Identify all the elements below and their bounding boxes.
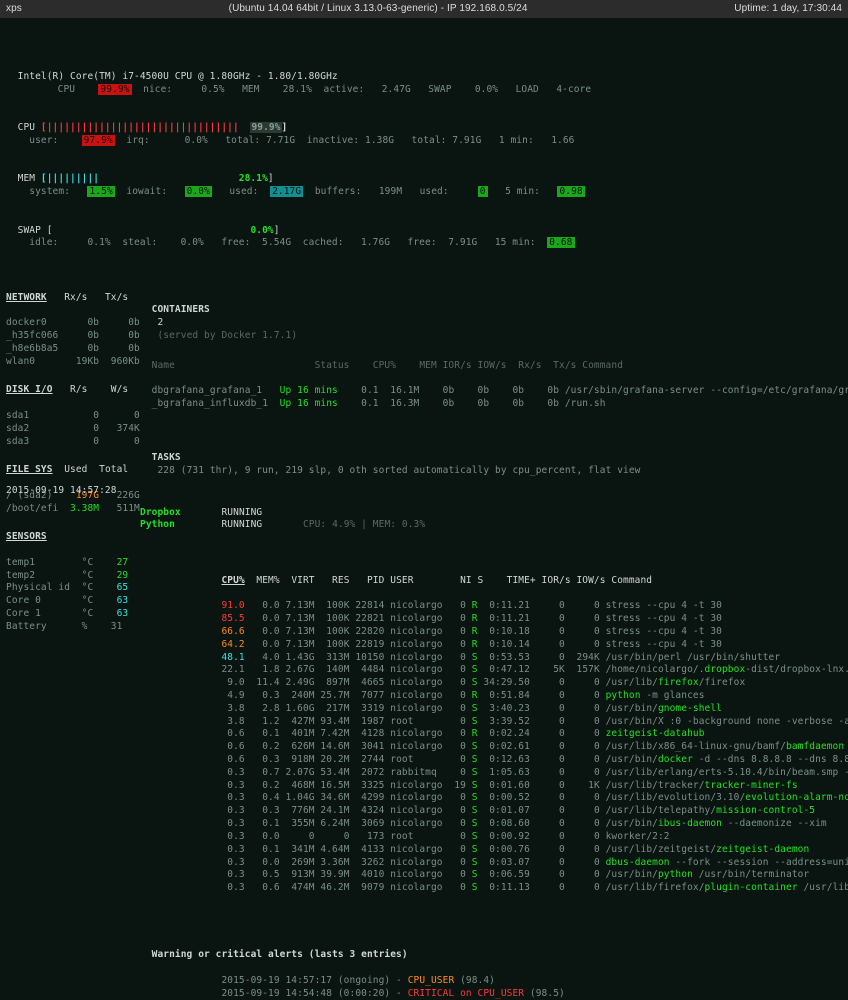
process-row: 0.6 0.3 918M 20.2M 2744 root 0 S 0:12.63… <box>140 754 840 767</box>
network-row: docker0 0b 0b <box>6 317 134 330</box>
titlebar-sysinfo: (Ubuntu 14.04 64bit / Linux 3.13.0-63-ge… <box>229 2 528 16</box>
cpu-user: 97.9% <box>82 135 115 146</box>
cpu-bar-row: CPU [||||||||||||||||||||||||||||||||| 9… <box>6 109 842 147</box>
network-header: NETWORK <box>6 292 47 303</box>
sensor-row: Core 1 °C 63 <box>6 608 134 621</box>
process-row: 66.6 0.0 7.13M 100K 22820 nicolargo 0 R … <box>140 626 840 639</box>
left-sidebar: NETWORK Rx/s Tx/s docker0 0b 0b_h35fc066… <box>6 279 134 1000</box>
process-row: 0.3 0.4 1.04G 34.6M 4299 nicolargo 0 S 0… <box>140 792 840 805</box>
cpu-model: Intel(R) Core(TM) i7-4500U CPU @ 1.80GHz… <box>18 71 338 82</box>
sensors-header: SENSORS <box>6 531 47 542</box>
sensor-row: Battery % 31 <box>6 621 134 634</box>
process-row: 0.3 0.0 0 0 173 root 0 S 0:00.92 0 0 kwo… <box>140 831 840 844</box>
titlebar: xps (Ubuntu 14.04 64bit / Linux 3.13.0-6… <box>0 0 848 18</box>
process-row: 22.1 1.8 2.67G 140M 4484 nicolargo 0 S 0… <box>140 664 840 677</box>
diskio-row: sda2 0 374K <box>6 423 134 436</box>
sensor-row: temp1 °C 27 <box>6 557 134 570</box>
sensor-row: temp2 °C 29 <box>6 570 134 583</box>
process-row: 0.3 0.0 269M 3.36M 3262 nicolargo 0 S 0:… <box>140 857 840 870</box>
mem-bar-row: MEM [||||||||| 28.1%] system: 1.5% iowai… <box>6 160 842 198</box>
process-row: 0.3 0.3 776M 24.1M 4324 nicolargo 0 S 0:… <box>140 805 840 818</box>
process-row: 0.3 0.7 2.07G 53.4M 2072 rabbitmq 0 S 1:… <box>140 767 840 780</box>
network-row: _h8e6b8a5 0b 0b <box>6 343 134 356</box>
swap-bar-row: SWAP [ 0.0%] idle: 0.1% steal: 0.0% free… <box>6 212 842 250</box>
titlebar-uptime: Uptime: 1 day, 17:30:44 <box>734 2 842 16</box>
containers-columns: Name Status CPU% MEM IOR/s IOW/s Rx/s Tx… <box>140 360 840 373</box>
process-row: 9.0 11.4 2.49G 897M 4665 nicolargo 0 S 3… <box>140 677 840 690</box>
process-row: 0.6 0.1 401M 7.42M 4128 nicolargo 0 R 0:… <box>140 728 840 741</box>
alert-row: 2015-09-19 14:57:17 (ongoing) - CPU_USER… <box>140 975 840 988</box>
network-row: _h35fc066 0b 0b <box>6 330 134 343</box>
process-row: 91.0 0.0 7.13M 100K 22814 nicolargo 0 R … <box>140 600 840 613</box>
process-row: 48.1 4.0 1.43G 313M 10150 nicolargo 0 S … <box>140 652 840 665</box>
app-row: Python RUNNING CPU: 4.9% | MEM: 0.3% <box>140 519 840 532</box>
process-row: 0.3 0.5 913M 39.9M 4010 nicolargo 0 S 0:… <box>140 869 840 882</box>
proc-columns: CPU% MEM% VIRT RES PID USER NI S TIME+ I… <box>140 575 840 588</box>
process-row: 85.5 0.0 7.13M 100K 22821 nicolargo 0 R … <box>140 613 840 626</box>
process-row: 0.3 0.1 341M 4.64M 4133 nicolargo 0 S 0:… <box>140 844 840 857</box>
mem-bar: [||||||||| <box>41 173 99 184</box>
titlebar-hostname: xps <box>6 2 22 16</box>
diskio-row: sda3 0 0 <box>6 436 134 449</box>
container-row: dbgrafana_grafana_1 Up 16 mins 0.1 16.1M… <box>140 385 840 398</box>
alerts-header: Warning or critical alerts (lasts 3 entr… <box>152 949 408 960</box>
sensor-row: Core 0 °C 63 <box>6 595 134 608</box>
top-cpu-pct: 99.9% <box>98 84 131 95</box>
diskio-row: sda1 0 0 <box>6 410 134 423</box>
app-row: Dropbox RUNNING <box>140 507 840 520</box>
filesys-row: /boot/efi 3.38M 511M <box>6 503 134 516</box>
sensor-row: Physical id °C 65 <box>6 582 134 595</box>
cpu-bar: [||||||||||||||||||||||||||||||||| <box>41 122 239 133</box>
cpu-system: 1.5% <box>87 186 114 197</box>
process-row: 0.3 0.2 468M 16.5M 3325 nicolargo 19 S 0… <box>140 780 840 793</box>
tasks-header: TASKS <box>152 452 181 463</box>
main-panel: CONTAINERS 2 (served by Docker 1.7.1) Na… <box>140 279 840 1000</box>
clock: 2015-09-19 14:57:28 <box>6 485 117 498</box>
hw-row: Intel(R) Core(TM) i7-4500U CPU @ 1.80GHz… <box>6 58 842 96</box>
alert-row: 2015-09-19 14:54:48 (0:00:20) - CRITICAL… <box>140 988 840 1000</box>
process-row: 3.8 2.8 1.60G 217M 3319 nicolargo 0 S 3:… <box>140 703 840 716</box>
tasks-summary: 228 (731 thr), 9 run, 219 slp, 0 oth sor… <box>157 465 640 476</box>
network-row: wlan0 19Kb 960Kb <box>6 356 134 369</box>
filesys-header: FILE SYS <box>6 464 53 475</box>
process-row: 4.9 0.3 240M 25.7M 7077 nicolargo 0 R 0:… <box>140 690 840 703</box>
process-row: 64.2 0.0 7.13M 100K 22819 nicolargo 0 R … <box>140 639 840 652</box>
diskio-header: DISK I/O <box>6 384 53 395</box>
containers-header: CONTAINERS <box>152 304 210 315</box>
process-row: 0.3 0.6 474M 46.2M 9079 nicolargo 0 S 0:… <box>140 882 840 895</box>
process-row: 3.8 1.2 427M 93.4M 1987 root 0 S 3:39.52… <box>140 716 840 729</box>
container-row: _bgrafana_influxdb_1 Up 16 mins 0.1 16.3… <box>140 398 840 411</box>
process-row: 0.3 0.1 355M 6.24M 3069 nicolargo 0 S 0:… <box>140 818 840 831</box>
process-row: 0.6 0.2 626M 14.6M 3041 nicolargo 0 S 0:… <box>140 741 840 754</box>
